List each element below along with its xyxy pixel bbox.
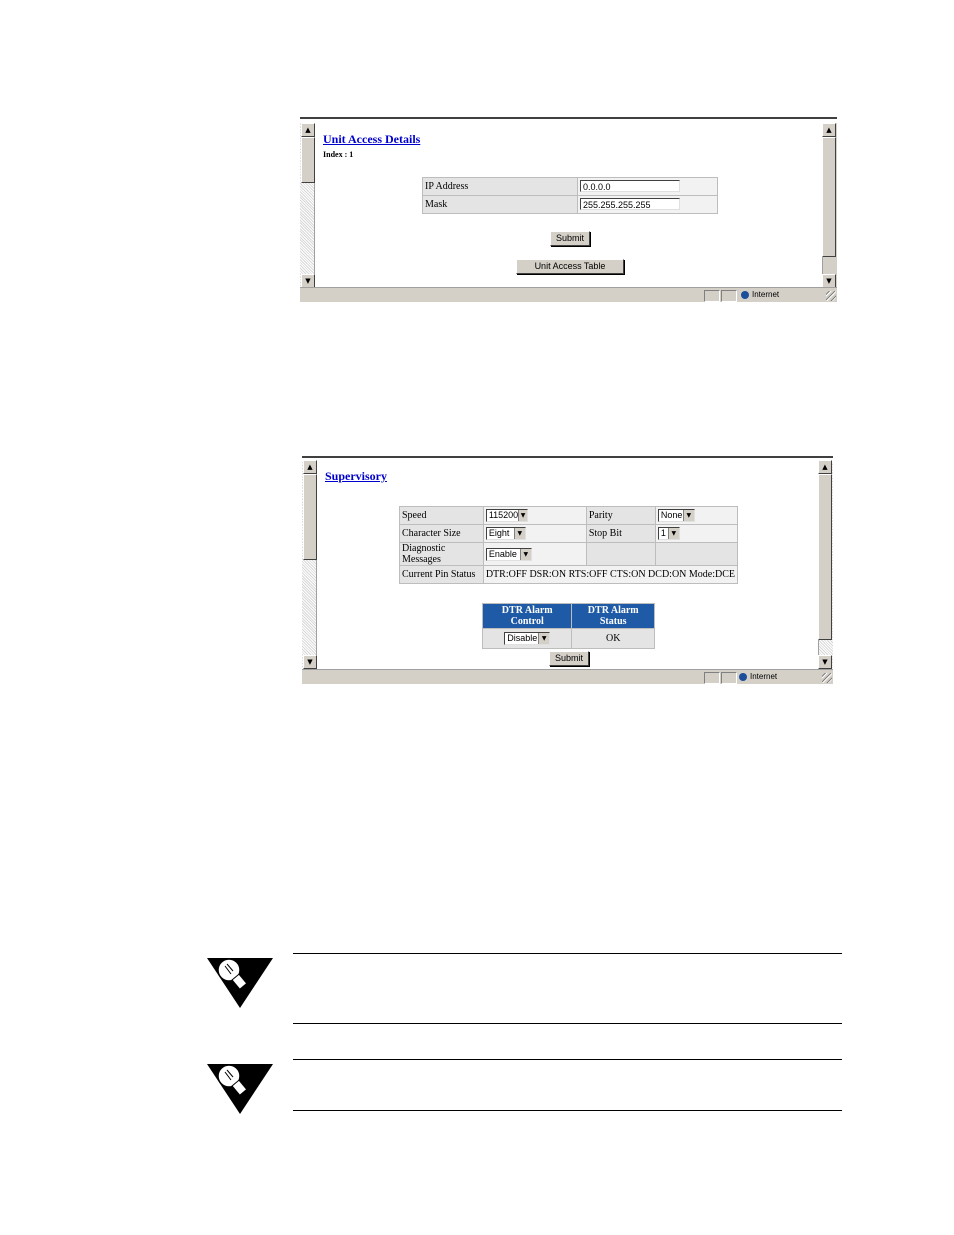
- dtr-alarm-status-header: DTR Alarm Status: [571, 603, 655, 629]
- dtr-alarm-status-value: OK: [571, 628, 655, 649]
- dtr-alarm-control-header: DTR Alarm Control: [481, 603, 573, 629]
- pin-status-label: Current Pin Status: [399, 565, 484, 584]
- speed-select[interactable]: 115200 ▼: [485, 509, 528, 522]
- dropdown-arrow-icon: ▼: [519, 548, 531, 560]
- form-row-speed: Speed 115200 ▼ Parity None ▼: [399, 506, 739, 525]
- dtr-alarm-control-select[interactable]: Disable ▼: [504, 632, 551, 645]
- scroll-thumb[interactable]: [301, 137, 315, 183]
- stop-bit-label: Stop Bit: [585, 524, 656, 543]
- scroll-down-arrow-icon[interactable]: ▼: [303, 655, 317, 669]
- supervisory-window: ▲ ▼ ▲ ▼ Supervisory Speed 115200 ▼ Parity…: [302, 456, 833, 684]
- mask-label: Mask: [422, 195, 578, 214]
- scroll-down-arrow-icon[interactable]: ▼: [818, 655, 832, 669]
- globe-icon: [739, 673, 747, 681]
- dtr-alarm-table: DTR Alarm Control DTR Alarm Status Disab…: [481, 603, 655, 649]
- resize-grip[interactable]: [822, 673, 832, 683]
- dropdown-arrow-icon: ▼: [667, 528, 679, 539]
- submit-button[interactable]: Submit: [550, 231, 590, 246]
- dropdown-arrow-icon: ▼: [538, 633, 550, 644]
- dropdown-arrow-icon: ▼: [518, 510, 527, 521]
- dropdown-arrow-icon: ▼: [682, 510, 694, 521]
- scroll-thumb[interactable]: [818, 474, 832, 640]
- character-size-label: Character Size: [399, 524, 484, 543]
- form-row-pin-status: Current Pin Status DTR:OFF DSR:ON RTS:OF…: [399, 565, 739, 584]
- note-rule-top: [293, 1059, 842, 1060]
- lightbulb-tip-icon: [207, 1064, 273, 1114]
- form-row-mask: Mask 255.255.255.255: [422, 195, 718, 214]
- lightbulb-tip-icon: [207, 958, 273, 1008]
- note-rule-bottom: [293, 1023, 842, 1024]
- unit-access-table-button[interactable]: Unit Access Table: [516, 259, 624, 274]
- submit-button[interactable]: Submit: [549, 651, 589, 666]
- dropdown-arrow-icon: ▼: [513, 528, 525, 539]
- page-title-link[interactable]: Unit Access Details: [323, 132, 420, 147]
- form-row-char-size: Character Size Eight ▼ Stop Bit 1 ▼: [399, 524, 739, 543]
- diagnostic-messages-select[interactable]: Enable ▼: [485, 547, 532, 561]
- globe-icon: [741, 291, 749, 299]
- stop-bit-select[interactable]: 1 ▼: [657, 527, 680, 540]
- scroll-up-arrow-icon[interactable]: ▲: [303, 460, 317, 474]
- ip-address-label: IP Address: [422, 177, 578, 196]
- form-row-diagnostic: Diagnostic Messages Enable ▼: [399, 542, 739, 566]
- scroll-down-arrow-icon[interactable]: ▼: [301, 274, 315, 288]
- index-label: Index : 1: [323, 150, 354, 159]
- scroll-thumb[interactable]: [822, 137, 836, 257]
- character-size-select[interactable]: Eight ▼: [485, 527, 526, 540]
- diagnostic-messages-label: Diagnostic Messages: [399, 542, 484, 566]
- note-rule-top: [293, 953, 842, 954]
- note-rule-bottom: [293, 1110, 842, 1111]
- mask-input[interactable]: 255.255.255.255: [580, 198, 680, 210]
- speed-label: Speed: [399, 506, 484, 525]
- pin-status-value: DTR:OFF DSR:ON RTS:OFF CTS:ON DCD:ON Mod…: [482, 565, 739, 584]
- parity-label: Parity: [585, 506, 656, 525]
- scroll-up-arrow-icon[interactable]: ▲: [822, 123, 836, 137]
- form-row-ip: IP Address 0.0.0.0: [422, 177, 718, 196]
- zone-indicator: Internet: [741, 289, 779, 301]
- parity-select[interactable]: None ▼: [657, 509, 695, 522]
- resize-grip[interactable]: [826, 291, 836, 301]
- scroll-down-arrow-icon[interactable]: ▼: [822, 274, 836, 288]
- scroll-up-arrow-icon[interactable]: ▲: [818, 460, 832, 474]
- unit-access-window: ▲ ▼ ▲ ▼ Unit Access Details Index : 1 IP…: [300, 117, 837, 302]
- page-title-link[interactable]: Supervisory: [325, 469, 387, 484]
- unit-access-form: IP Address 0.0.0.0 Mask 255.255.255.255: [422, 177, 718, 214]
- status-bar: Internet: [302, 669, 833, 684]
- scroll-thumb[interactable]: [303, 474, 317, 560]
- scroll-up-arrow-icon[interactable]: ▲: [301, 123, 315, 137]
- status-bar: Internet: [300, 287, 837, 302]
- supervisory-form: Speed 115200 ▼ Parity None ▼ Character Siz…: [399, 506, 739, 584]
- zone-indicator: Internet: [739, 671, 777, 683]
- ip-address-input[interactable]: 0.0.0.0: [580, 180, 680, 192]
